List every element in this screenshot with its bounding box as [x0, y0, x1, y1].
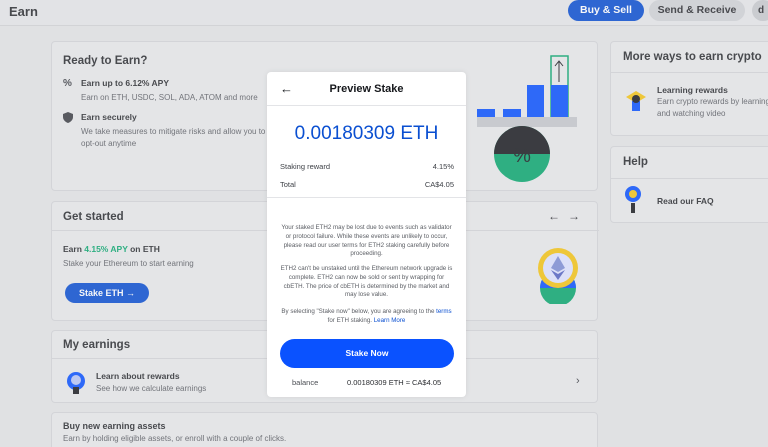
total-row: Total CA$4.05: [280, 180, 454, 189]
learn-more-link[interactable]: Learn More: [374, 317, 406, 324]
terms-link[interactable]: terms: [436, 308, 451, 315]
terms-text: By selecting "Stake now" below, you are …: [281, 308, 437, 315]
disclaimer-unstake: ETH2 can't be unstaked until the Ethereu…: [280, 265, 453, 299]
total-value: CA$4.05: [424, 180, 454, 189]
reward-value: 4.15%: [432, 162, 454, 171]
balance-value: 0.00180309 ETH ≈ CA$4.05: [347, 378, 442, 387]
modal-divider: [267, 197, 466, 198]
stake-now-button[interactable]: Stake Now: [280, 339, 454, 368]
disclaimer-risk: Your staked ETH2 may be lost due to even…: [281, 224, 452, 258]
balance-label: balance: [292, 378, 319, 387]
modal-divider: [267, 105, 466, 106]
preview-stake-modal: ← Preview Stake 0.00180309 ETH Staking r…: [267, 72, 466, 397]
modal-title: Preview Stake: [329, 83, 404, 95]
reward-label: Staking reward: [280, 162, 331, 171]
stake-amount: 0.00180309 ETH: [294, 123, 439, 144]
reward-row: Staking reward 4.15%: [280, 162, 454, 171]
total-label: Total: [280, 180, 296, 189]
terms-text-b: for ETH staking.: [327, 316, 374, 324]
disclaimer-terms: By selecting "Stake now" below, you are …: [279, 308, 454, 326]
